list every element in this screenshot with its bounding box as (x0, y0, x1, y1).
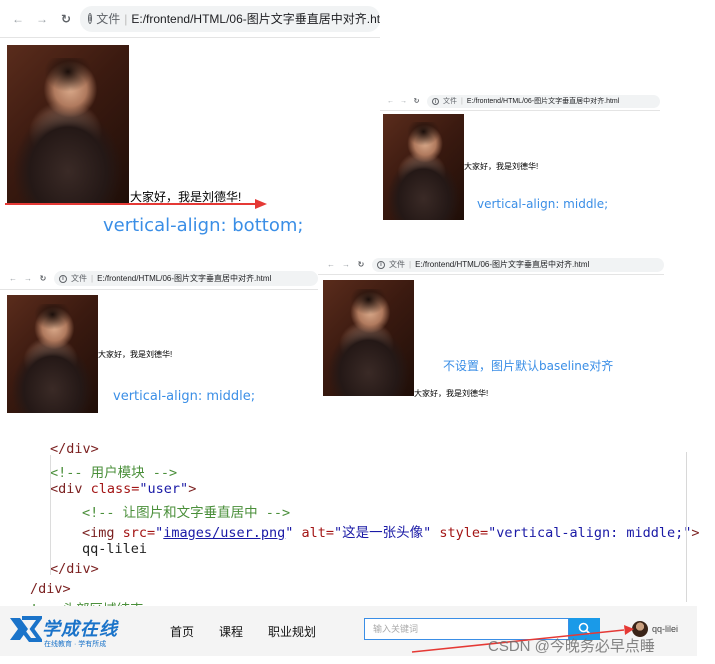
editor-scrollbar[interactable] (686, 452, 687, 602)
divider: | (461, 97, 463, 105)
info-icon: i (377, 260, 385, 269)
photo (7, 45, 129, 203)
nav-home[interactable]: 首页 (170, 623, 194, 640)
forward-arrow-icon[interactable]: → (399, 98, 408, 105)
back-arrow-icon[interactable]: ← (326, 260, 336, 269)
note-label: vertical-align: bottom; (103, 215, 304, 236)
code-token: "这是一张头像" (334, 525, 432, 541)
indent-guide (50, 455, 51, 575)
username[interactable]: qq-lilei (652, 624, 678, 634)
screenshot-bottom: ← → ↻ i 文件 | E:/frontend/HTML/06-图片文字垂直居… (0, 0, 380, 245)
forward-arrow-icon[interactable]: → (341, 260, 351, 269)
code-token: > (188, 481, 197, 497)
url-text: E:/frontend/HTML/06-图片文字垂直居中对齐.html (131, 12, 380, 26)
code-token: > (691, 525, 700, 541)
caption: 大家好，我是刘德华! (414, 389, 489, 398)
code-line: <!-- 用户模块 --> (50, 465, 178, 481)
file-label: 文件 (389, 260, 405, 269)
reload-icon[interactable]: ↻ (356, 260, 366, 269)
divider: | (124, 11, 128, 26)
info-icon: i (88, 13, 93, 24)
code-line: </div> (50, 561, 99, 577)
code-editor: </div> <!-- 用户模块 --> <div class="user"> … (0, 437, 715, 618)
divider: | (409, 260, 412, 269)
file-label: 文件 (96, 12, 121, 26)
back-arrow-icon[interactable]: ← (386, 98, 395, 105)
address-bar[interactable]: i 文件 | E:/frontend/HTML/06-图片文字垂直居中对齐.ht… (372, 257, 664, 272)
browser-toolbar: ← → ↻ i 文件 | E:/frontend/HTML/06-图片文字垂直居… (0, 0, 380, 38)
code-line: <img src="images/user.png" alt="这是一张头像" … (82, 521, 700, 541)
url-text: E:/frontend/HTML/06-图片文字垂直居中对齐.html (97, 274, 272, 283)
browser-toolbar: ← → ↻ i 文件 | E:/frontend/HTML/06-图片文字垂直居… (318, 255, 664, 275)
divider: | (91, 274, 94, 283)
caption: 大家好，我是刘德华! (464, 162, 539, 171)
code-token: "vertical-align: middle;" (488, 525, 692, 541)
code-line: qq-lilei (82, 541, 148, 557)
code-link[interactable]: images/user.png (163, 525, 285, 541)
screenshot-middle-right: ← → ↻ i 文件 | E:/frontend/HTML/06-图片文字垂直居… (380, 92, 660, 227)
note-label: vertical-align: middle; (477, 197, 609, 211)
watermark: CSDN @今晚务必早点睡 (488, 638, 655, 655)
nav-career[interactable]: 职业规划 (268, 623, 316, 640)
code-line: </div> (50, 441, 99, 457)
back-arrow-icon[interactable]: ← (8, 274, 18, 283)
file-label: 文件 (71, 274, 87, 283)
address-bar[interactable]: i 文件 | E:/frontend/HTML/06-图片文字垂直居中对齐.ht… (80, 5, 380, 32)
note-label: 不设置，图片默认baseline对齐 (443, 359, 614, 373)
code-line: <!-- 让图片和文字垂直居中 --> (82, 505, 291, 521)
screenshot-baseline: ← → ↻ i 文件 | E:/frontend/HTML/06-图片文字垂直居… (318, 255, 664, 405)
code-token: <img (82, 525, 123, 541)
code-line: <div class="user"> (50, 481, 196, 497)
caption: 大家好，我是刘德华! (98, 350, 173, 359)
address-bar[interactable]: i 文件 | E:/frontend/HTML/06-图片文字垂直居中对齐.ht… (427, 94, 660, 108)
logo-slogan: 在线教育 · 学有所成 (44, 641, 107, 648)
note-label: vertical-align: middle; (113, 389, 256, 404)
logo[interactable]: 学成在线 在线教育 · 学有所成 (8, 614, 123, 650)
code-token: "user" (139, 481, 189, 497)
code-line: /div> (30, 581, 71, 597)
browser-toolbar: ← → ↻ i 文件 | E:/frontend/HTML/06-图片文字垂直居… (0, 268, 318, 290)
reload-icon[interactable]: ↻ (58, 12, 74, 26)
code-token: style= (431, 525, 489, 541)
browser-toolbar: ← → ↻ i 文件 | E:/frontend/HTML/06-图片文字垂直居… (380, 92, 660, 111)
info-icon: i (432, 97, 439, 105)
back-arrow-icon[interactable]: ← (10, 12, 26, 26)
code-token: <div (50, 481, 91, 497)
forward-arrow-icon[interactable]: → (34, 12, 50, 26)
forward-arrow-icon[interactable]: → (23, 274, 33, 283)
code-token: src= (122, 525, 156, 541)
address-bar[interactable]: i 文件 | E:/frontend/HTML/06-图片文字垂直居中对齐.ht… (54, 271, 318, 286)
file-label: 文件 (443, 98, 457, 105)
url-text: E:/frontend/HTML/06-图片文字垂直居中对齐.html (466, 98, 620, 105)
photo (7, 295, 98, 413)
code-token: alt= (293, 525, 334, 541)
screenshot-middle-left: ← → ↻ i 文件 | E:/frontend/HTML/06-图片文字垂直居… (0, 268, 318, 416)
code-token: class= (90, 481, 140, 497)
nav-courses[interactable]: 课程 (219, 623, 243, 640)
info-icon: i (59, 274, 67, 283)
logo-mark-icon (10, 616, 42, 642)
logo-text: 学成在线 (42, 619, 118, 639)
photo (383, 114, 464, 220)
red-arrow (5, 199, 267, 209)
reload-icon[interactable]: ↻ (38, 274, 48, 283)
url-text: E:/frontend/HTML/06-图片文字垂直居中对齐.html (415, 260, 590, 269)
reload-icon[interactable]: ↻ (412, 97, 421, 105)
photo (323, 280, 414, 396)
